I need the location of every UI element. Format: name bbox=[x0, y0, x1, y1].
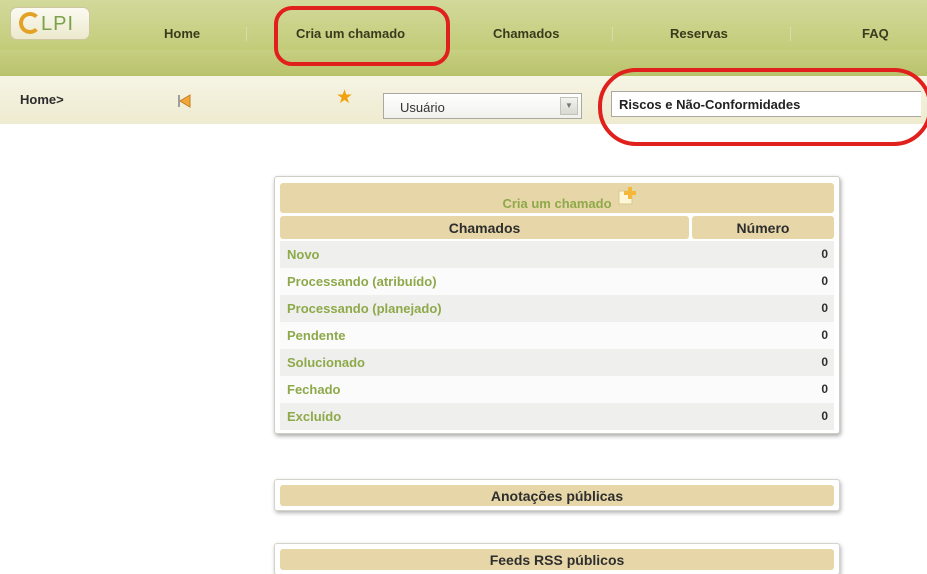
column-header-count: Número bbox=[692, 216, 834, 239]
table-row[interactable]: Processando (atribuído) 0 bbox=[280, 268, 834, 295]
back-arrow-icon[interactable] bbox=[178, 94, 192, 108]
table-row[interactable]: Novo 0 bbox=[280, 241, 834, 268]
menu-separator bbox=[448, 27, 449, 41]
status-count: 0 bbox=[821, 409, 828, 423]
star-icon[interactable]: ★ bbox=[336, 88, 353, 108]
public-rss-section: Feeds RSS públicos bbox=[274, 543, 840, 574]
status-link[interactable]: Novo bbox=[287, 247, 320, 262]
status-count: 0 bbox=[821, 355, 828, 369]
panel-title-bar: Cria um chamado bbox=[280, 183, 834, 213]
menu-home[interactable]: Home bbox=[164, 26, 200, 41]
logo-g-mark bbox=[19, 12, 41, 34]
status-link[interactable]: Solucionado bbox=[287, 355, 365, 370]
profile-select[interactable]: Usuário ▼ bbox=[383, 93, 582, 119]
menu-separator bbox=[246, 27, 247, 41]
glpi-logo[interactable]: LPI bbox=[10, 7, 90, 40]
chevron-down-icon[interactable]: ▼ bbox=[560, 97, 578, 115]
public-notes-section: Anotações públicas bbox=[274, 479, 840, 511]
status-count: 0 bbox=[821, 274, 828, 288]
column-header-status: Chamados bbox=[280, 216, 689, 239]
menu-faq[interactable]: FAQ bbox=[862, 26, 889, 41]
glpi-page: LPI Home Cria um chamado Chamados Reserv… bbox=[0, 0, 927, 574]
status-count: 0 bbox=[821, 301, 828, 315]
public-notes-title: Anotações públicas bbox=[490, 488, 624, 504]
sub-menu-bar bbox=[0, 50, 927, 76]
table-row[interactable]: Fechado 0 bbox=[280, 376, 834, 403]
top-menu-bar: LPI Home Cria um chamado Chamados Reserv… bbox=[0, 0, 927, 50]
create-ticket-link[interactable]: Cria um chamado bbox=[280, 196, 834, 211]
plus-icon[interactable] bbox=[617, 186, 637, 206]
status-link[interactable]: Excluído bbox=[287, 409, 341, 424]
public-rss-title: Feeds RSS públicos bbox=[489, 552, 625, 568]
table-row[interactable]: Pendente 0 bbox=[280, 322, 834, 349]
menu-create-ticket[interactable]: Cria um chamado bbox=[296, 26, 405, 41]
table-row[interactable]: Excluído 0 bbox=[280, 403, 834, 430]
menu-separator bbox=[790, 27, 791, 41]
status-link[interactable]: Processando (planejado) bbox=[287, 301, 442, 316]
tickets-panel: Cria um chamado Chamados Número Novo 0 P… bbox=[274, 176, 840, 434]
status-count: 0 bbox=[821, 328, 828, 342]
public-notes-header[interactable]: Anotações públicas bbox=[280, 485, 834, 506]
logo-text: LPI bbox=[41, 13, 75, 35]
status-count: 0 bbox=[821, 382, 828, 396]
menu-reservations[interactable]: Reservas bbox=[670, 26, 728, 41]
public-rss-header[interactable]: Feeds RSS públicos bbox=[280, 549, 834, 570]
table-row[interactable]: Solucionado 0 bbox=[280, 349, 834, 376]
table-row[interactable]: Processando (planejado) 0 bbox=[280, 295, 834, 322]
profile-select-value: Usuário bbox=[400, 100, 445, 115]
menu-tickets[interactable]: Chamados bbox=[493, 26, 559, 41]
status-link[interactable]: Fechado bbox=[287, 382, 340, 397]
status-count: 0 bbox=[821, 247, 828, 261]
status-link[interactable]: Pendente bbox=[287, 328, 346, 343]
status-link[interactable]: Processando (atribuído) bbox=[287, 274, 437, 289]
entity-value: Riscos e Não-Conformidades bbox=[619, 97, 801, 112]
menu-separator bbox=[612, 27, 613, 41]
entity-selector[interactable]: Riscos e Não-Conformidades bbox=[611, 91, 921, 117]
breadcrumb[interactable]: Home> bbox=[20, 92, 64, 107]
